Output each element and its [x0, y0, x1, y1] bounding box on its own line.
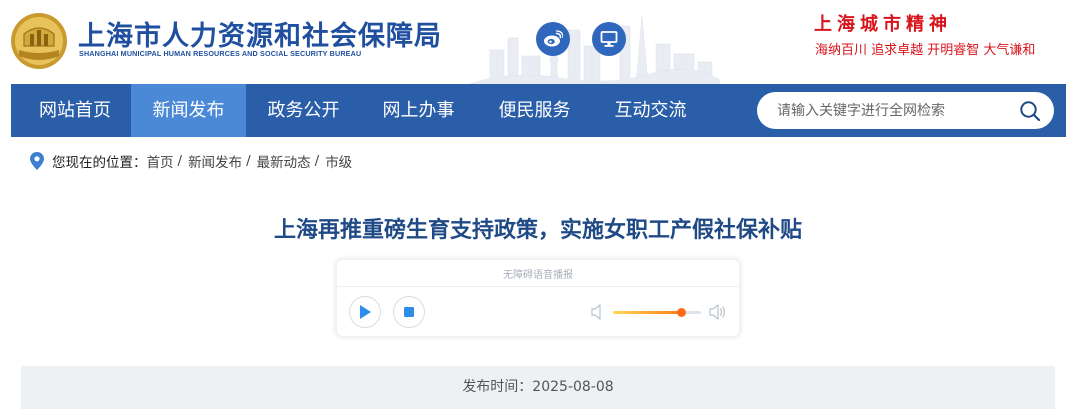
weibo-icon: [544, 30, 563, 47]
breadcrumb-latest[interactable]: 最新动态: [257, 151, 311, 171]
site-title: 上海市人力资源和社会保障局: [78, 21, 442, 52]
nav-item-home[interactable]: 网站首页: [19, 84, 131, 137]
city-spirit-title: 上海城市精神: [814, 14, 952, 35]
volume-knob[interactable]: [676, 308, 686, 317]
breadcrumb-separator: /: [177, 153, 183, 169]
volume-high-icon[interactable]: [709, 304, 727, 320]
breadcrumb: 您现在的位置： 首页 / 新闻发布 / 最新动态 / 市级: [30, 150, 352, 172]
nav-item-public-services[interactable]: 便民服务: [477, 84, 592, 137]
site-header: 上海市人力资源和社会保障局 SHANGHAI MUNICIPAL HUMAN R…: [0, 0, 1080, 84]
search-box: [757, 92, 1054, 129]
breadcrumb-prefix: 您现在的位置：: [52, 155, 147, 171]
player-divider: [337, 286, 739, 287]
breadcrumb-separator: /: [314, 153, 320, 169]
main-nav: 网站首页 新闻发布 政务公开 网上办事 便民服务 互动交流: [11, 84, 1066, 137]
weibo-button[interactable]: [536, 22, 570, 56]
location-pin-icon: [30, 152, 44, 170]
logo-emblem-icon: [11, 13, 67, 69]
site-subtitle: SHANGHAI MUNICIPAL HUMAN RESOURCES AND S…: [79, 49, 362, 58]
volume-fill: [613, 311, 681, 314]
breadcrumb-home[interactable]: 首页: [147, 151, 174, 171]
nav-item-online-services[interactable]: 网上办事: [361, 84, 476, 137]
audio-player: 无障碍语音播报: [336, 259, 740, 337]
play-icon: [360, 305, 371, 319]
breadcrumb-separator: /: [246, 153, 251, 169]
play-button[interactable]: [349, 296, 381, 328]
city-spirit-slogan: 海纳百川 追求卓越 开明睿智 大气谦和: [815, 43, 1036, 58]
article-title: 上海再推重磅生育支持政策，实施女职工产假社保补贴: [273, 218, 802, 243]
breadcrumb-news[interactable]: 新闻发布: [188, 151, 242, 171]
search-input[interactable]: [757, 92, 1007, 129]
volume-slider[interactable]: [613, 308, 701, 317]
stop-button[interactable]: [393, 296, 425, 328]
nav-item-news[interactable]: 新闻发布: [131, 84, 246, 137]
breadcrumb-municipal[interactable]: 市级: [325, 151, 352, 171]
nav-item-interaction[interactable]: 互动交流: [593, 84, 708, 137]
stop-icon: [404, 307, 414, 317]
computer-icon: [600, 31, 618, 47]
search-icon[interactable]: [1019, 100, 1041, 122]
volume-low-icon[interactable]: [591, 304, 605, 320]
pc-version-button[interactable]: [592, 22, 626, 56]
audio-player-label: 无障碍语音播报: [503, 270, 573, 281]
publish-date: 发布时间：2025-08-08: [21, 366, 1055, 409]
nav-item-government-affairs[interactable]: 政务公开: [246, 84, 361, 137]
